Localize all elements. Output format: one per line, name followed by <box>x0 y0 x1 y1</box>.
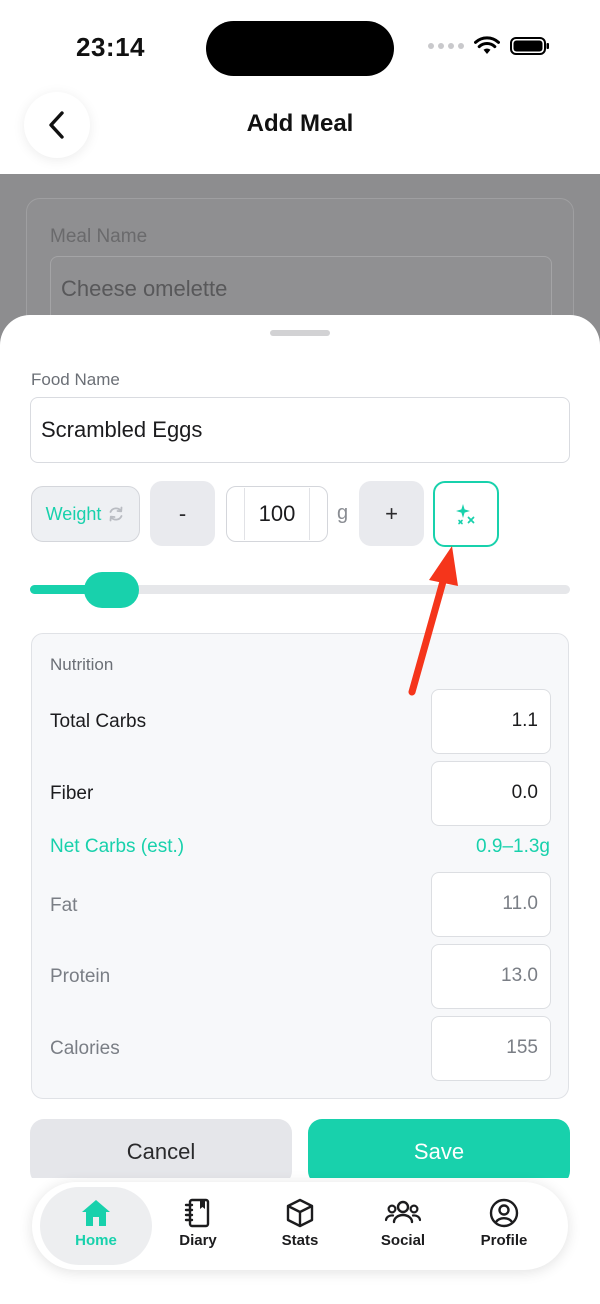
tab-profile-label: Profile <box>480 1232 528 1249</box>
net-carbs-label: Net Carbs (est.) <box>50 836 185 857</box>
battery-icon <box>510 37 549 55</box>
dynamic-island <box>206 21 394 76</box>
tab-stats[interactable]: Stats <box>250 1198 350 1249</box>
tab-social[interactable]: Social <box>353 1198 453 1249</box>
tab-home[interactable]: Home <box>46 1198 146 1249</box>
quantity-input[interactable]: 100 <box>244 488 310 540</box>
wifi-icon <box>474 36 500 54</box>
sparkles-icon <box>456 504 475 525</box>
tab-home-label: Home <box>75 1232 117 1249</box>
annotation-arrow <box>408 546 458 696</box>
food-name-input[interactable]: Scrambled Eggs <box>30 397 570 463</box>
tab-stats-label: Stats <box>281 1232 319 1249</box>
cube-icon <box>286 1198 314 1228</box>
fiber-input[interactable]: 0.0 <box>431 761 551 826</box>
tab-profile[interactable]: Profile <box>454 1198 554 1249</box>
meal-name-label: Meal Name <box>50 226 148 247</box>
cancel-button[interactable]: Cancel <box>30 1119 292 1185</box>
calories-label: Calories <box>50 1038 120 1059</box>
protein-input[interactable]: 13.0 <box>431 944 551 1009</box>
notebook-icon <box>184 1198 210 1228</box>
status-time: 23:14 <box>76 32 145 62</box>
fat-input[interactable]: 11.0 <box>431 872 551 937</box>
weight-toggle-label: Weight <box>45 503 102 524</box>
nutrition-title: Nutrition <box>50 655 114 674</box>
calories-input[interactable]: 155 <box>431 1016 551 1081</box>
increase-button[interactable]: + <box>359 481 424 546</box>
status-icons <box>428 36 550 56</box>
food-name-label: Food Name <box>31 370 120 389</box>
fat-label: Fat <box>50 895 78 916</box>
weight-toggle-button[interactable]: Weight <box>31 486 140 542</box>
ai-estimate-button[interactable] <box>433 481 499 547</box>
decrease-button[interactable]: - <box>150 481 215 546</box>
save-button[interactable]: Save <box>308 1119 570 1185</box>
users-icon <box>384 1200 422 1224</box>
refresh-icon <box>109 506 123 522</box>
weight-slider-thumb[interactable] <box>83 572 139 608</box>
tab-diary[interactable]: Diary <box>148 1198 248 1249</box>
protein-label: Protein <box>50 966 111 987</box>
user-circle-icon <box>489 1198 519 1228</box>
meal-name-value: Cheese omelette <box>61 276 228 301</box>
tab-diary-label: Diary <box>179 1232 217 1249</box>
sheet-drag-handle[interactable] <box>270 330 330 336</box>
home-icon <box>82 1200 110 1226</box>
net-carbs-value: 0.9–1.3g <box>476 836 550 857</box>
total-carbs-label: Total Carbs <box>50 711 147 732</box>
unit-label: g <box>337 502 349 524</box>
signal-icon <box>428 43 464 49</box>
page-title: Add Meal <box>246 110 354 137</box>
fiber-label: Fiber <box>50 783 94 804</box>
tab-social-label: Social <box>380 1232 426 1249</box>
